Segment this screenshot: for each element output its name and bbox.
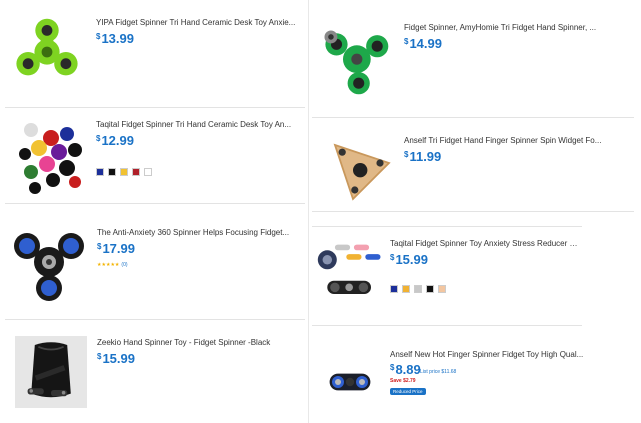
currency-symbol: $ [96,32,101,41]
price-value: 11.99 [409,149,442,164]
product-price: $15.99 [97,351,135,366]
color-swatch[interactable] [120,168,128,176]
reduced-price-badge: Reduced Price [390,388,426,395]
product-title[interactable]: YIPA Fidget Spinner Tri Hand Ceramic Des… [96,18,304,28]
product-card[interactable]: Anself Tri Fidget Hand Finger Spinner Sp… [312,124,634,212]
product-card[interactable]: YIPA Fidget Spinner Tri Hand Ceramic Des… [5,0,305,108]
currency-symbol: $ [96,134,101,143]
product-title[interactable]: Zeekio Hand Spinner Toy - Fidget Spinner… [97,338,303,348]
product-price: $11.99 [404,149,441,164]
multicolor-spinner-pile-image[interactable] [11,118,91,198]
bar-spinner-set-image[interactable] [314,237,390,313]
price-value: 14.99 [409,36,442,51]
product-price: $17.99 [97,241,135,256]
color-swatches [96,168,152,176]
color-swatch[interactable] [402,285,410,293]
currency-symbol: $ [390,253,395,262]
currency-symbol: $ [390,363,395,372]
review-count: (0) [121,262,128,268]
currency-symbol: $ [404,150,409,159]
product-card[interactable]: Taqital Fidget Spinner Toy Anxiety Stres… [312,226,582,326]
save-amount: Save $2.79 [390,378,416,384]
product-price: $8.89 [390,362,421,377]
color-swatch[interactable] [426,285,434,293]
dual-bar-spinner-image[interactable] [314,358,386,406]
price-value: 15.99 [395,252,428,267]
color-swatch[interactable] [438,285,446,293]
lime-green-tri-spinner-image[interactable] [11,16,83,88]
price-value: 13.99 [101,31,134,46]
product-title[interactable]: Anself New Hot Finger Spinner Fidget Toy… [390,350,630,360]
product-title[interactable]: Fidget Spinner, AmyHomie Tri Fidget Hand… [404,23,630,33]
product-card[interactable]: Zeekio Hand Spinner Toy - Fidget Spinner… [5,324,305,410]
rating-stars[interactable]: ★★★★★ (0) [97,262,128,268]
currency-symbol: $ [404,37,409,46]
currency-symbol: $ [97,242,102,251]
product-card[interactable]: Taqital Fidget Spinner Tri Hand Ceramic … [5,112,305,204]
star-icons: ★★★★★ [97,262,120,268]
wooden-tri-spinner-image[interactable] [326,136,398,208]
color-swatches [390,285,446,293]
green-tri-spinner-image[interactable] [318,24,392,98]
product-price: $12.99 [96,133,134,148]
product-title[interactable]: Anself Tri Fidget Hand Finger Spinner Sp… [404,136,630,146]
product-title[interactable]: Taqital Fidget Spinner Tri Hand Ceramic … [96,120,302,130]
color-swatch[interactable] [132,168,140,176]
price-value: 12.99 [101,133,134,148]
product-title[interactable]: The Anti-Anxiety 360 Spinner Helps Focus… [97,228,303,238]
product-card[interactable]: Anself New Hot Finger Spinner Fidget Toy… [312,342,634,410]
color-swatch[interactable] [144,168,152,176]
black-pouch-spinner-image[interactable] [13,336,89,408]
currency-symbol: $ [97,352,102,361]
product-card[interactable]: Fidget Spinner, AmyHomie Tri Fidget Hand… [312,8,634,118]
color-swatch[interactable] [414,285,422,293]
black-blue-tri-spinner-image[interactable] [9,222,89,302]
product-price: $15.99 [390,252,428,267]
price-value: 8.89 [395,362,421,377]
product-title[interactable]: Taqital Fidget Spinner Toy Anxiety Stres… [390,239,580,249]
price-value: 15.99 [102,351,135,366]
color-swatch[interactable] [108,168,116,176]
product-card[interactable]: The Anti-Anxiety 360 Spinner Helps Focus… [5,214,305,320]
color-swatch[interactable] [390,285,398,293]
color-swatch[interactable] [96,168,104,176]
product-price: $14.99 [404,36,442,51]
product-price: $13.99 [96,31,134,46]
list-price: List price $11.68 [420,369,457,375]
price-value: 17.99 [102,241,135,256]
